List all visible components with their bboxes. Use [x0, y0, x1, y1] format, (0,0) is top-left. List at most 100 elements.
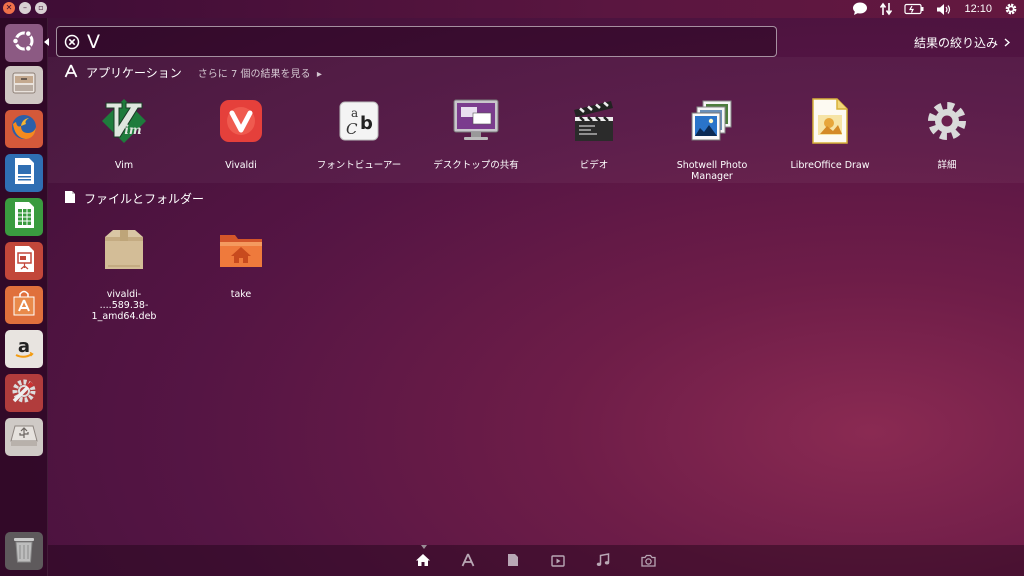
app-label: デスクトップの共有 [433, 160, 519, 171]
gear-icon [923, 97, 971, 145]
app-label: フォントビューアー [316, 160, 402, 171]
firefox-icon [9, 112, 39, 146]
app-result-shotwell[interactable]: Shotwell Photo Manager [657, 97, 767, 182]
file-cabinet-icon [10, 69, 38, 101]
app-label: LibreOffice Draw [790, 160, 870, 171]
close-button[interactable]: ✕ [3, 2, 15, 14]
clear-circle-icon[interactable] [64, 34, 80, 54]
files-header: ファイルとフォルダー [64, 190, 204, 207]
app-result-vim[interactable]: im Vim [69, 97, 179, 171]
network-icon[interactable] [880, 2, 893, 16]
camera-icon [640, 552, 656, 571]
gear-icon[interactable] [1004, 2, 1018, 16]
app-label: 詳細 [937, 160, 957, 171]
lens-photos[interactable] [639, 553, 657, 569]
lens-video[interactable] [549, 553, 567, 569]
files-launcher-item[interactable] [5, 66, 43, 104]
app-result-video[interactable]: ビデオ [539, 97, 649, 171]
home-icon [415, 552, 431, 571]
file-label-line1: vivaldi- [106, 289, 142, 300]
photos-icon [688, 97, 736, 145]
file-icon [64, 190, 76, 207]
launcher: a [0, 18, 49, 576]
app-label: ビデオ [579, 160, 609, 171]
font-viewer-icon: aCb [335, 97, 383, 145]
applications-title: アプリケーション [86, 66, 182, 80]
applications-icon [461, 552, 475, 571]
file-label: take [230, 289, 252, 300]
dash-home-button[interactable] [5, 24, 43, 62]
maximize-button[interactable]: ▫ [35, 2, 47, 14]
ubuntu-logo-icon [10, 27, 38, 59]
app-result-libreoffice-draw[interactable]: LibreOffice Draw [775, 97, 885, 171]
svg-text:a: a [18, 336, 30, 357]
trash-icon [11, 534, 37, 568]
app-label: Vivaldi [225, 160, 257, 171]
applications-icon [64, 64, 78, 81]
impress-launcher-item[interactable] [5, 242, 43, 280]
vivaldi-icon [217, 97, 265, 145]
svg-text:b: b [360, 113, 373, 134]
volume-icon[interactable] [936, 3, 952, 16]
filter-results-button[interactable]: 結果の絞り込み [914, 34, 1011, 51]
search-input[interactable] [87, 29, 767, 55]
file-result-vivaldi-deb[interactable]: vivaldi- ....589.38-1_amd64.deb [69, 226, 179, 322]
vim-icon: im [100, 97, 148, 145]
lens-home[interactable] [414, 553, 432, 569]
window-controls: ✕ – ▫ [3, 2, 47, 14]
app-result-desktop-sharing[interactable]: デスクトップの共有 [421, 97, 531, 171]
amazon-icon: a [10, 333, 38, 365]
home-folder-icon [217, 226, 265, 274]
lens-applications[interactable] [459, 553, 477, 569]
clapperboard-icon [570, 97, 618, 145]
battery-icon[interactable] [904, 3, 924, 15]
app-label: Vim [114, 160, 134, 171]
lens-music[interactable] [594, 552, 612, 571]
amazon-launcher-item[interactable]: a [5, 330, 43, 368]
lens-bar [48, 545, 1024, 576]
firefox-launcher-item[interactable] [5, 110, 43, 148]
svg-text:im: im [124, 123, 141, 137]
more-chevron-icon: ▸ [313, 69, 322, 80]
calc-launcher-item[interactable] [5, 198, 43, 236]
chevron-right-icon [1004, 36, 1011, 50]
indicator-area: 12:10 [852, 1, 1018, 17]
shopping-bag-icon [10, 288, 38, 322]
music-note-icon [596, 552, 610, 571]
messaging-icon[interactable] [852, 2, 868, 16]
app-label: Shotwell Photo Manager [676, 160, 748, 182]
applications-header: アプリケーション さらに 7 個の結果を見る ▸ [64, 64, 322, 81]
filter-results-label: 結果の絞り込み [914, 36, 999, 50]
lens-files[interactable] [504, 553, 522, 569]
desktop-sharing-icon [452, 97, 500, 145]
more-results-label: さらに 7 個の結果を見る [197, 69, 311, 80]
minimize-button[interactable]: – [19, 2, 31, 14]
launcher-active-pip [44, 38, 49, 46]
svg-text:C: C [346, 120, 358, 138]
app-result-more[interactable]: 詳細 [892, 97, 1002, 171]
file-icon [507, 552, 519, 571]
usb-drive-icon [9, 421, 39, 453]
clock[interactable]: 12:10 [964, 3, 992, 15]
top-panel: ✕ – ▫ 12:10 [0, 0, 1024, 18]
video-icon [551, 552, 565, 571]
impress-icon [10, 244, 38, 278]
file-label-line2: ....589.38-1_amd64.deb [91, 300, 157, 322]
trash-launcher-item[interactable] [5, 532, 43, 570]
file-label: vivaldi- ....589.38-1_amd64.deb [69, 289, 179, 322]
software-center-launcher-item[interactable] [5, 286, 43, 324]
app-result-font-viewer[interactable]: aCb フォントビューアー [304, 97, 414, 171]
file-result-take[interactable]: take [186, 226, 296, 300]
system-settings-launcher-item[interactable] [5, 374, 43, 412]
more-results-link[interactable]: さらに 7 個の結果を見る ▸ [198, 65, 322, 80]
usb-drive-launcher-item[interactable] [5, 418, 43, 456]
package-icon [100, 226, 148, 274]
svg-text:a: a [351, 106, 358, 120]
writer-icon [10, 156, 38, 190]
files-title: ファイルとフォルダー [84, 192, 205, 206]
app-result-vivaldi[interactable]: Vivaldi [186, 97, 296, 171]
draw-icon [806, 97, 854, 145]
search-box[interactable] [56, 26, 777, 57]
calc-icon [10, 200, 38, 234]
writer-launcher-item[interactable] [5, 154, 43, 192]
